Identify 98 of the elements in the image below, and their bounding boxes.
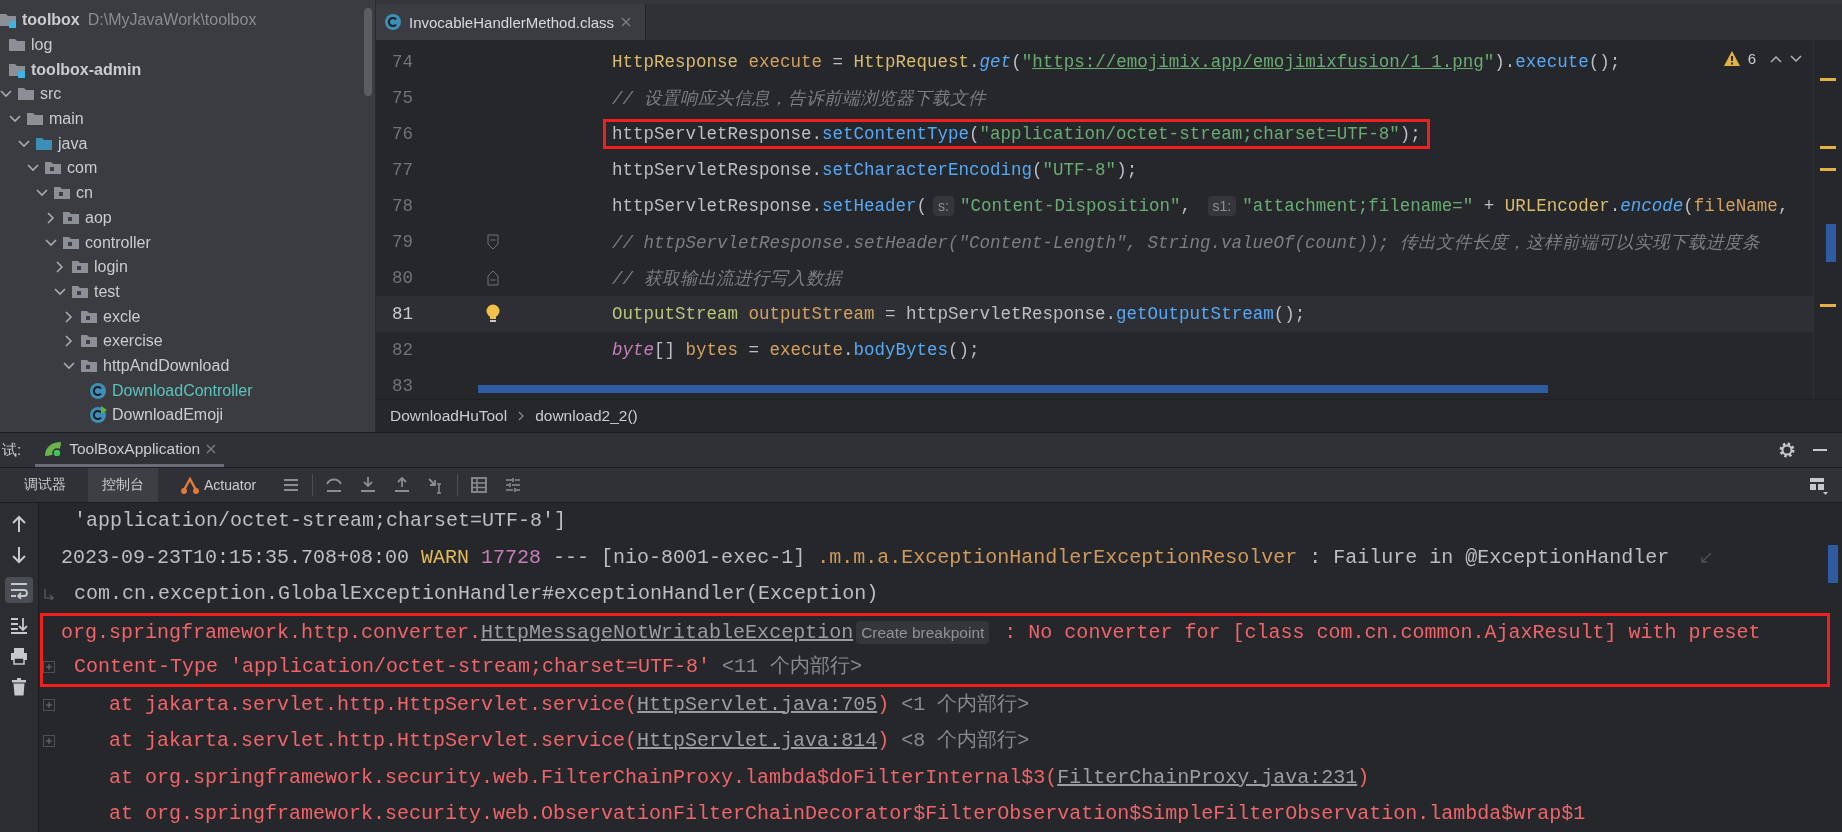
tree-item[interactable]: controller [85, 233, 151, 252]
console-line: at jakarta.servlet.http.HttpServlet.service(HttpServlet.java:705) <1 个内部行> [109, 691, 1030, 718]
filter-icon[interactable] [504, 476, 523, 494]
leaf-icon [43, 439, 64, 458]
chevron-right-icon [517, 411, 526, 421]
settings-icon[interactable] [1778, 441, 1796, 459]
soft-wrap-button[interactable] [5, 577, 33, 603]
line-number: 78 [391, 196, 414, 216]
class-icon [89, 381, 107, 400]
console-line: 2023-09-23T10:15:35.708+08:00 WARN 17728 --- [nio-8001-exec-1] .m.m.a.ExceptionHandlerExceptionResolver : Failure in @ExceptionHandler [61, 544, 1670, 571]
console-line: 'application/octet-stream;charset=UTF-8'] [74, 508, 567, 535]
console-line: at org.springframework.security.web.FilterChainProxy.lambda$doFilterInternal$3(FilterChainProxy.java:231) [109, 764, 1370, 791]
chevron-right-icon[interactable] [54, 261, 66, 274]
line-number: 82 [391, 340, 414, 360]
arrow-down-icon[interactable] [10, 546, 28, 564]
panel-tab[interactable]: 调试器 [10, 468, 80, 502]
scrollbar-thumb[interactable] [364, 8, 372, 96]
panel-tab[interactable]: 控制台 [88, 468, 158, 502]
chevron-right-icon[interactable] [63, 335, 75, 348]
line-number: 74 [391, 52, 414, 72]
tree-item[interactable]: DownloadController [112, 381, 253, 400]
line-number: 80 [391, 268, 414, 288]
warning-icon [1723, 51, 1740, 66]
lightbulb-icon[interactable] [484, 304, 501, 324]
editor-tab[interactable]: InvocableHandlerMethod.class [376, 4, 647, 40]
code-line: byte[] bytes = execute.bodyBytes(); [611, 339, 981, 362]
module-folder-icon [0, 11, 17, 30]
line-number: 83 [391, 376, 414, 396]
chevron-right-icon[interactable] [63, 310, 75, 323]
breadcrumb-item[interactable]: DownloadHuTool [390, 407, 508, 425]
tree-item[interactable]: excle [103, 307, 141, 326]
console-line: at org.springframework.security.web.ObservationFilterChainDecorator$FilterObservation$SimpleFilterObservation.lambda$wrap$1 [109, 801, 1586, 828]
project-path: D:\MyJavaWork\toolbox [87, 11, 257, 30]
panel-tab[interactable]: Actuator [166, 468, 271, 502]
tree-item[interactable]: main [49, 110, 84, 129]
close-icon[interactable] [206, 443, 217, 454]
tree-item[interactable]: login [94, 258, 128, 277]
chevron-up-icon[interactable] [1770, 54, 1782, 63]
code-line: httpServletResponse.setCharacterEncoding("UTF-8"); [611, 159, 1139, 182]
tree-item[interactable]: httpAndDownload [103, 356, 230, 375]
arrow-up-icon[interactable] [10, 515, 28, 533]
step-into-icon[interactable] [359, 476, 378, 494]
code-line: OutputStream outputStream = httpServletResponse.getOutputStream(); [611, 303, 1307, 326]
fold-marker-icon[interactable] [486, 270, 499, 286]
tree-item[interactable]: DownloadEmoji [112, 406, 224, 425]
tree-item[interactable]: java [58, 134, 88, 153]
file-link[interactable]: HttpServlet.java:705 [637, 692, 878, 716]
console-line: at jakarta.servlet.http.HttpServlet.service(HttpServlet.java:814) <8 个内部行> [109, 728, 1030, 755]
tree-item[interactable]: src [40, 85, 62, 104]
line-number: 77 [391, 160, 414, 180]
code-line: HttpResponse execute = HttpRequest.get("https://emojimix.app/emojimixfusion/1_1.png").execute(); [611, 51, 1622, 74]
network-icon [180, 476, 200, 494]
menu-icon[interactable] [282, 476, 301, 494]
code-line: // httpServletResponse.setHeader("Content-Length", String.valueOf(count)); 传出文件长度，这样前端可以实现下载进度条 [611, 232, 1761, 255]
table-icon[interactable] [470, 476, 489, 494]
close-icon[interactable] [621, 17, 632, 27]
tree-item[interactable]: log [31, 36, 53, 55]
scroll-to-end-icon[interactable] [10, 616, 28, 634]
tree-item[interactable]: com [67, 159, 98, 178]
tree-item[interactable]: cn [76, 184, 93, 203]
console-line: Content-Type 'application/octet-stream;charset=UTF-8' <11 个内部行> [74, 653, 863, 680]
chevron-down-icon[interactable] [63, 359, 75, 372]
warning-count[interactable]: 6 [1747, 50, 1756, 67]
tree-item[interactable]: toolbox [22, 11, 80, 30]
step-out-icon[interactable] [393, 476, 412, 494]
soft-wrap-icon [10, 581, 28, 599]
class-icon [384, 13, 402, 31]
scrollbar-thumb[interactable] [478, 385, 1548, 393]
panel-label: 试: [2, 440, 22, 460]
chevron-right-icon[interactable] [45, 211, 57, 224]
line-number: 81 [391, 304, 414, 324]
layout-icon[interactable] [1808, 475, 1828, 495]
fold-marker-icon[interactable] [486, 234, 499, 250]
line-number: 76 [391, 124, 414, 144]
breadcrumb-item[interactable]: download2_2() [535, 407, 638, 425]
code-line: // 获取输出流进行写入数据 [611, 268, 844, 291]
chevron-down-icon[interactable] [45, 236, 57, 249]
print-icon[interactable] [10, 647, 28, 665]
step-over-icon[interactable] [325, 476, 344, 494]
tree-item[interactable]: exercise [103, 332, 163, 351]
line-number: 79 [391, 232, 414, 252]
file-link[interactable]: FilterChainProxy.java:231 [1057, 765, 1358, 789]
chevron-down-icon[interactable] [54, 285, 66, 298]
tree-item[interactable]: test [94, 282, 120, 301]
console-line: org.springframework.http.converter.HttpMessageNotWritableException Create breakpoint : No converter for [class com.cn.common.AjaxResult] with preset [61, 619, 1761, 646]
file-link[interactable]: HttpMessageNotWritableException [481, 620, 854, 644]
class-icon [89, 406, 107, 425]
tree-item[interactable]: aop [85, 208, 112, 227]
line-number: 75 [391, 88, 414, 108]
file-link[interactable]: HttpServlet.java:814 [637, 729, 878, 753]
code-line: // 设置响应头信息，告诉前端浏览器下载文件 [611, 88, 988, 111]
code-line: httpServletResponse.setHeader( s: "Content-Disposition", s1: "attachment;filename=" + URLEncoder.encode(fileName, [611, 195, 1790, 218]
chevron-down-icon[interactable] [18, 137, 30, 150]
chevron-down-icon[interactable] [1790, 54, 1802, 63]
console-line: com.cn.exception.GlobalExceptionHandler#exceptionHandler(Exception) [74, 581, 879, 608]
tree-item[interactable]: toolbox-admin [31, 60, 142, 79]
scrollbar-thumb[interactable] [1828, 545, 1838, 583]
trash-icon[interactable] [10, 678, 28, 696]
